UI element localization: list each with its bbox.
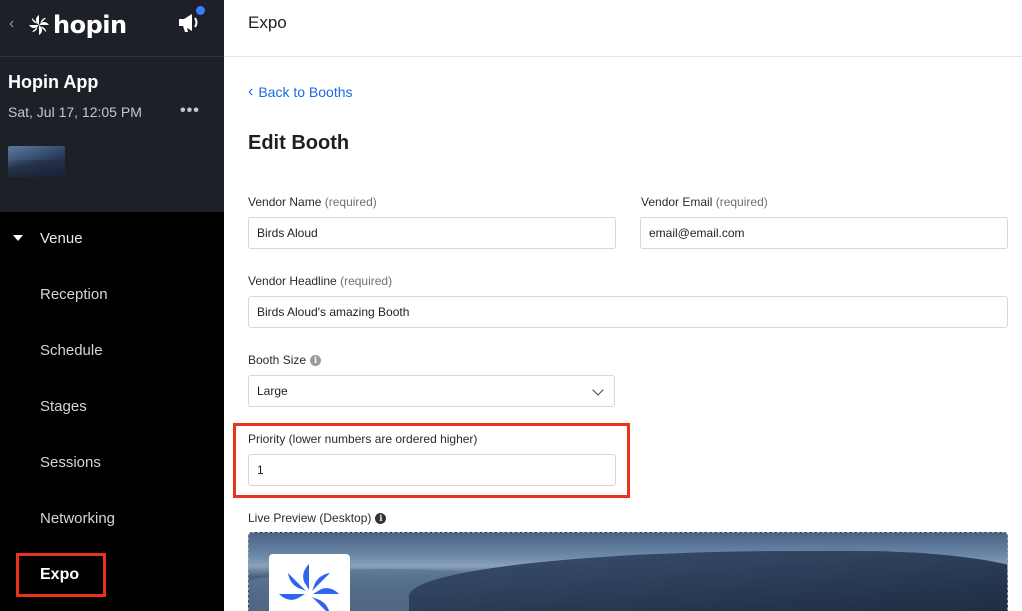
booth-size-label: Booth Size i <box>248 353 322 367</box>
event-panel: ‹ hopin Hopin App Sat, Jul 17, 12:05 PM … <box>0 0 224 212</box>
sidebar-item-sessions[interactable]: Sessions <box>40 454 101 471</box>
caret-down-icon <box>13 235 23 241</box>
notification-dot <box>195 5 206 16</box>
required-text: (required) <box>715 195 768 209</box>
brand-bar: ‹ hopin <box>0 0 224 52</box>
vendor-email-value: email@email.com <box>649 226 745 240</box>
live-preview-label-text: Live Preview (Desktop) <box>248 511 372 525</box>
live-preview-label: Live Preview (Desktop) i <box>248 511 387 525</box>
vendor-name-label: Vendor Name (required) <box>248 195 377 209</box>
vendor-email-input[interactable]: email@email.com <box>640 217 1008 249</box>
vendor-name-input[interactable]: Birds Aloud <box>248 217 616 249</box>
nav-venue-toggle[interactable]: Venue <box>0 224 224 254</box>
vendor-headline-value: Birds Aloud's amazing Booth <box>257 305 410 319</box>
vendor-email-label: Vendor Email (required) <box>641 195 768 209</box>
sidebar-item-expo[interactable]: Expo <box>16 553 106 597</box>
divider <box>0 56 224 57</box>
vendor-headline-input[interactable]: Birds Aloud's amazing Booth <box>248 296 1008 328</box>
page-title: Edit Booth <box>248 132 350 154</box>
info-icon[interactable]: i <box>310 355 322 367</box>
priority-input[interactable]: 1 <box>248 454 616 486</box>
back-link-label: Back to Booths <box>258 84 353 100</box>
required-text: (required) <box>324 195 377 209</box>
live-preview <box>248 532 1008 611</box>
sidebar-item-reception[interactable]: Reception <box>40 286 108 303</box>
vendor-name-value: Birds Aloud <box>257 226 318 240</box>
event-title: Hopin App <box>8 72 99 92</box>
booth-size-select[interactable]: Large <box>248 375 615 407</box>
chevron-down-icon <box>592 384 604 396</box>
page-header: Expo <box>224 0 1022 57</box>
nav-venue-label: Venue <box>40 230 83 247</box>
more-icon[interactable]: ••• <box>180 103 204 120</box>
booth-logo-icon <box>279 564 339 611</box>
sidebar: ‹ hopin Hopin App Sat, Jul 17, 12:05 PM … <box>0 0 224 611</box>
booth-logo <box>269 554 350 611</box>
sidebar-item-expo-label: Expo <box>40 566 80 583</box>
priority-value: 1 <box>257 463 264 477</box>
preview-background-hill <box>409 551 1007 611</box>
vendor-name-label-text: Vendor Name <box>248 195 322 209</box>
vendor-email-label-text: Vendor Email <box>641 195 713 209</box>
vendor-headline-label-text: Vendor Headline <box>248 274 337 288</box>
hopin-logo-icon <box>29 15 49 35</box>
priority-label: Priority (lower numbers are ordered high… <box>248 432 478 446</box>
header-title: Expo <box>248 13 287 32</box>
chevron-left-icon[interactable]: ‹ <box>9 14 21 34</box>
required-text: (required) <box>340 274 393 288</box>
brand-name: hopin <box>53 11 127 39</box>
hopin-logo[interactable]: hopin <box>27 11 127 39</box>
vendor-headline-label: Vendor Headline (required) <box>248 274 392 288</box>
booth-size-label-text: Booth Size <box>248 353 307 367</box>
event-thumbnail <box>8 146 65 177</box>
chevron-left-icon: ‹ <box>248 83 254 100</box>
sidebar-item-stages[interactable]: Stages <box>40 398 87 415</box>
event-date: Sat, Jul 17, 12:05 PM <box>8 104 142 120</box>
back-to-booths-link[interactable]: ‹ Back to Booths <box>248 83 353 101</box>
info-icon[interactable]: i <box>375 513 387 525</box>
sidebar-item-networking[interactable]: Networking <box>40 510 115 527</box>
booth-size-value: Large <box>257 384 288 398</box>
sidebar-item-schedule[interactable]: Schedule <box>40 342 103 359</box>
